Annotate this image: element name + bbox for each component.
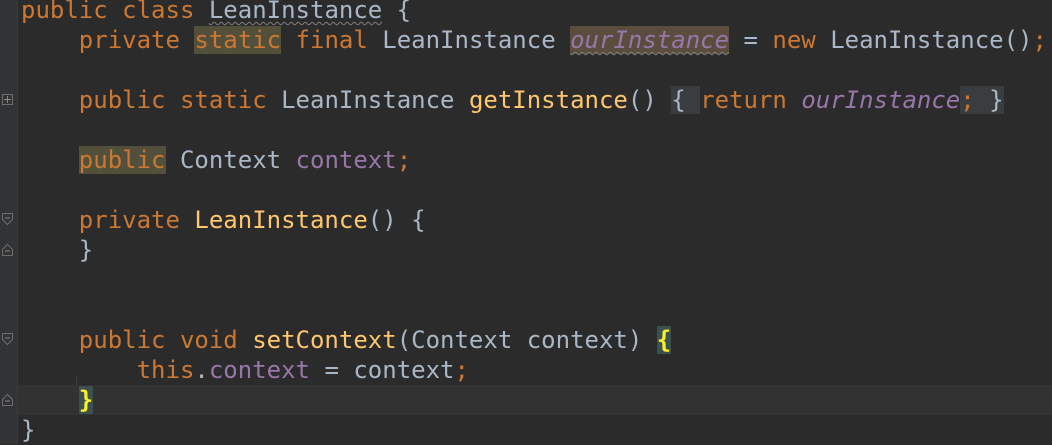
code-token: {: [671, 86, 701, 114]
fold-start-icon[interactable]: [2, 213, 13, 226]
fold-end-icon[interactable]: [2, 393, 13, 406]
code-token: getInstance: [468, 86, 628, 114]
code-token: ;: [454, 356, 469, 384]
code-token: LeanInstance: [382, 26, 571, 54]
code-line[interactable]: }: [18, 415, 1052, 445]
code-line[interactable]: }: [18, 385, 1052, 415]
code-line[interactable]: [18, 55, 1052, 85]
code-token: ourInstance: [570, 26, 730, 54]
code-token: return: [700, 86, 802, 114]
code-line[interactable]: private static final LeanInstance ourIns…: [18, 25, 1052, 55]
code-token: new: [772, 26, 831, 54]
code-line[interactable]: this.context = context;: [18, 355, 1052, 385]
code-token: public class: [21, 0, 209, 24]
code-token: () {: [367, 206, 426, 234]
code-line[interactable]: }: [18, 235, 1052, 265]
code-token: public static: [78, 86, 282, 114]
code-token: }: [989, 86, 1004, 114]
code-token: Context: [179, 146, 296, 174]
code-token: = context: [310, 356, 455, 384]
fold-end-icon[interactable]: [2, 243, 13, 256]
code-line[interactable]: [18, 175, 1052, 205]
code-token: {: [656, 326, 672, 354]
code-line[interactable]: [18, 115, 1052, 145]
code-token: private: [78, 26, 195, 54]
code-token: (Context context): [396, 326, 657, 354]
code-token: this: [136, 356, 195, 384]
code-token: }: [78, 386, 94, 414]
code-token: static: [194, 26, 282, 54]
code-line[interactable]: [18, 295, 1052, 325]
editor-gutter[interactable]: [0, 0, 18, 444]
code-token: final: [295, 26, 383, 54]
code-token: context: [295, 146, 397, 174]
code-line[interactable]: private LeanInstance() {: [18, 205, 1052, 235]
code-token: ;: [396, 146, 412, 174]
code-token: LeanInstance: [208, 0, 383, 24]
code-token: context: [208, 356, 310, 384]
code-token: setContext: [252, 326, 397, 354]
code-token: }: [21, 236, 94, 264]
code-token: (): [627, 86, 672, 114]
code-editor[interactable]: public class LeanInstance { private stat…: [18, 0, 1052, 444]
code-token: public void: [78, 326, 253, 354]
code-token: private: [78, 206, 195, 234]
code-token: LeanInstance: [281, 86, 469, 114]
code-line[interactable]: public static LeanInstance getInstance()…: [18, 85, 1052, 115]
code-line[interactable]: [18, 265, 1052, 295]
code-token: LeanInstance: [194, 206, 368, 234]
code-token: =: [729, 26, 773, 54]
fold-start-icon[interactable]: [2, 333, 13, 346]
code-token: ;: [960, 86, 990, 114]
code-token: ;: [1032, 26, 1047, 54]
code-line[interactable]: public Context context;: [18, 145, 1052, 175]
code-token: LeanInstance(): [830, 26, 1033, 54]
code-token: .: [194, 356, 209, 384]
code-line[interactable]: public void setContext(Context context) …: [18, 325, 1052, 355]
code-line[interactable]: public class LeanInstance {: [18, 0, 1052, 25]
code-token: ourInstance: [801, 86, 961, 114]
code-token: public: [78, 146, 166, 174]
code-token: {: [382, 0, 412, 24]
code-token: }: [21, 416, 36, 444]
fold-collapsed-plus-icon[interactable]: [2, 94, 13, 105]
